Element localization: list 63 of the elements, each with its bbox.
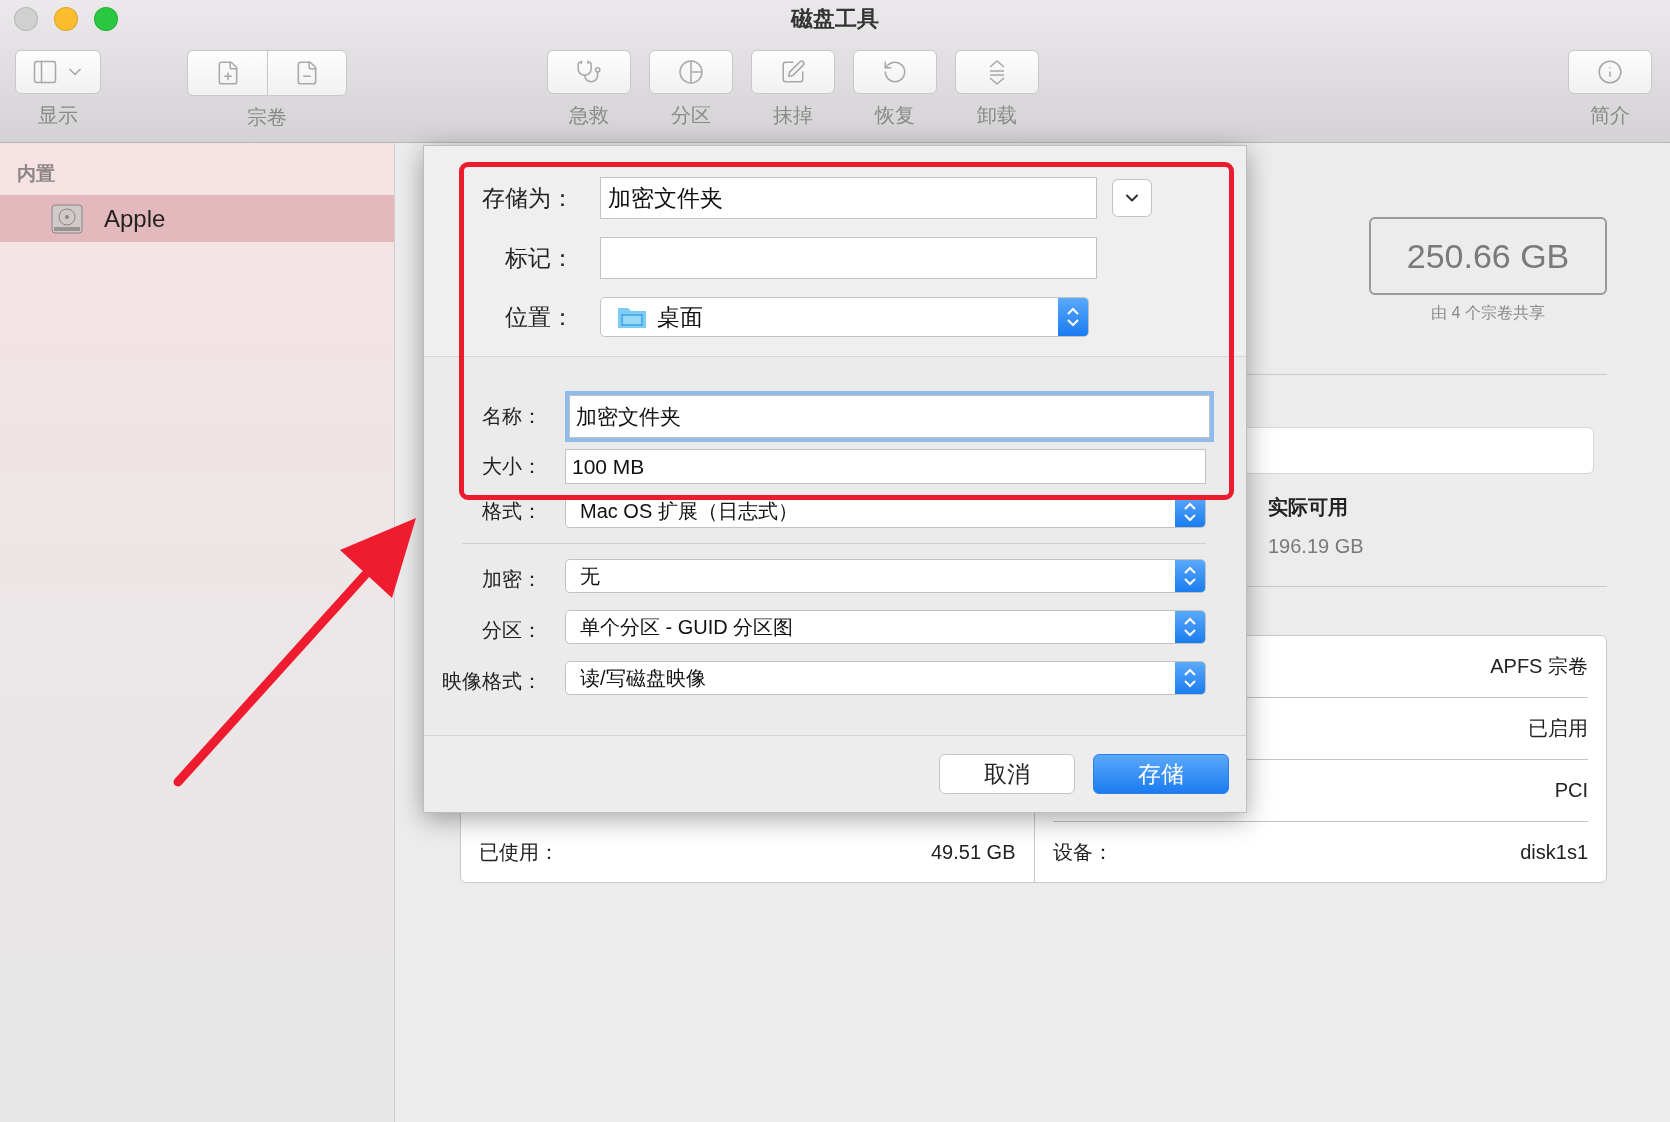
stethoscope-icon: [576, 59, 602, 85]
info-value: disk1s1: [1520, 841, 1588, 864]
toolbar-button[interactable]: [751, 50, 835, 94]
toolbar-button[interactable]: [853, 50, 937, 94]
cancel-button[interactable]: 取消: [939, 754, 1075, 794]
field-label: 映像格式：: [442, 668, 542, 694]
info-label: 设备：: [1052, 840, 1113, 865]
close-button[interactable]: [14, 7, 38, 31]
sidebar-toggle-button[interactable]: [15, 50, 101, 94]
capacity-display: 250.66 GB: [1369, 217, 1607, 295]
window-title: 磁盘工具: [791, 5, 879, 33]
info-icon: [1597, 59, 1623, 85]
toolbar-label: 恢复: [875, 103, 915, 128]
info-value: PCI: [1554, 779, 1588, 802]
popup-button[interactable]: 无: [565, 559, 1206, 593]
legend-label: 实际可用: [1268, 495, 1349, 520]
toolbar-button[interactable]: [955, 50, 1039, 94]
toolbar-label: 宗卷: [247, 105, 287, 130]
field-label: 分区：: [482, 617, 542, 643]
toolbar-label: 卸载: [977, 103, 1017, 128]
toolbar-label: 分区: [671, 103, 711, 128]
tags-field[interactable]: [600, 237, 1097, 279]
rotate-arrow-icon: [882, 59, 908, 85]
save-as-field[interactable]: 加密文件夹: [600, 177, 1097, 219]
toolbar-label: 抹掉: [773, 103, 813, 128]
field-label: 存储为：: [482, 183, 574, 213]
stepper-arrows-icon: [1183, 500, 1197, 523]
sidebar-item[interactable]: Apple: [0, 195, 394, 242]
toolbar-label: 简介: [1590, 103, 1630, 128]
field-label: 大小：: [482, 454, 542, 479]
sidebar-section-label: 内置: [16, 162, 56, 186]
capacity-note: 由 4 个宗卷共享: [1431, 303, 1545, 323]
toolbar-button[interactable]: [649, 50, 733, 94]
info-label: 已使用：: [479, 840, 559, 865]
field-label: 名称：: [482, 404, 542, 429]
minimize-button[interactable]: [54, 7, 78, 31]
popup-button[interactable]: 单个分区 - GUID 分区图: [565, 610, 1206, 644]
field-label: 加密：: [482, 566, 542, 592]
text-field[interactable]: 100 MB: [565, 449, 1206, 484]
location-popup[interactable]: 桌面: [600, 297, 1089, 337]
stepper-arrows-icon: [1183, 616, 1197, 638]
toolbar-label: 急救: [569, 103, 609, 128]
info-value: 49.51 GB: [931, 841, 1016, 864]
info-value: 已启用: [1528, 716, 1588, 741]
field-label: 格式：: [482, 499, 542, 524]
stepper-arrows-icon: [1183, 667, 1197, 689]
legend-value: 196.19 GB: [1268, 535, 1365, 558]
text-field[interactable]: 加密文件夹: [569, 395, 1210, 438]
stepper-arrows-icon: [1183, 565, 1197, 587]
pie-chart-icon: [678, 59, 704, 85]
stepper-arrows-icon: [1066, 306, 1080, 328]
sidebar-icon: [31, 58, 59, 86]
popup-button[interactable]: 读/写磁盘映像: [565, 661, 1206, 695]
toolbar-button[interactable]: [547, 50, 631, 94]
info-value: APFS 宗卷: [1490, 654, 1588, 679]
folder-icon: [617, 305, 647, 329]
expand-button[interactable]: [1112, 179, 1152, 217]
field-label: 标记：: [505, 243, 574, 273]
pencil-square-icon: [780, 59, 806, 85]
toolbar-label: 显示: [38, 103, 78, 128]
field-label: 位置：: [505, 302, 574, 332]
zoom-button[interactable]: [94, 7, 118, 31]
toolbar-button[interactable]: [1568, 50, 1652, 94]
